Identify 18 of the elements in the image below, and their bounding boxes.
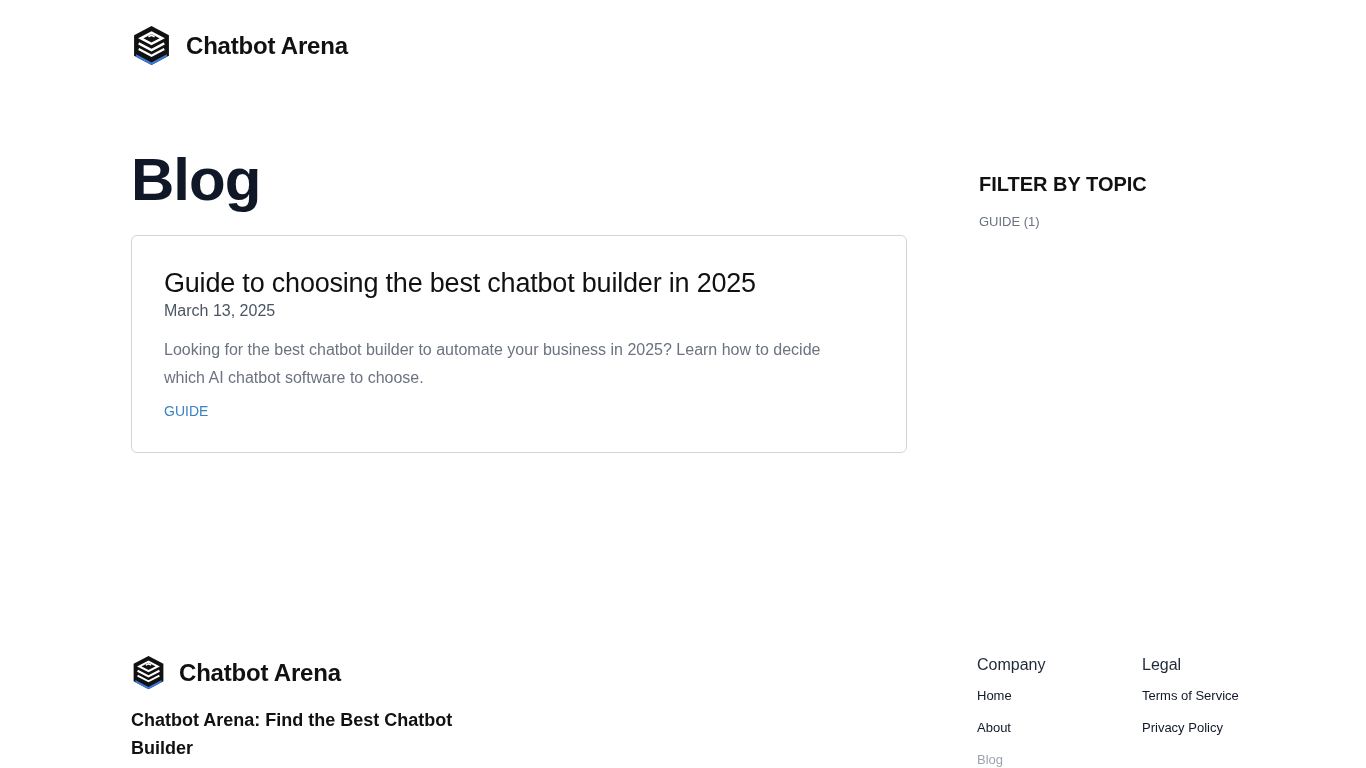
footer-link[interactable]: About xyxy=(977,719,1011,737)
footer-link[interactable]: Terms of Service xyxy=(1142,687,1239,705)
post-title[interactable]: Guide to choosing the best chatbot builder in 2025 xyxy=(164,265,874,301)
footer-logo-text[interactable]: Chatbot Arena xyxy=(179,657,341,688)
post-tag-link[interactable]: GUIDE xyxy=(164,401,209,421)
page-title: Blog xyxy=(131,149,261,211)
site-logo-text[interactable]: Chatbot Arena xyxy=(186,30,348,61)
footer-link[interactable]: Home xyxy=(977,687,1012,705)
footer-tagline: Chatbot Arena: Find the Best Chatbot Builder xyxy=(131,709,454,760)
post-excerpt: Looking for the best chatbot builder to automate your business in 2025? Learn how to decide which AI chatbot software to choose. xyxy=(164,340,822,388)
topic-filter-link[interactable]: GUIDE (1) xyxy=(979,213,1040,231)
footer-column-heading: Legal xyxy=(1142,655,1183,675)
footer-link[interactable]: Privacy Policy xyxy=(1142,719,1223,737)
post-date: March 13, 2025 xyxy=(164,301,277,321)
logo-icon xyxy=(131,655,166,690)
logo-icon xyxy=(131,25,172,66)
footer-column-heading: Company xyxy=(977,655,1047,675)
sidebar-heading: FILTER BY TOPIC xyxy=(979,172,1147,197)
